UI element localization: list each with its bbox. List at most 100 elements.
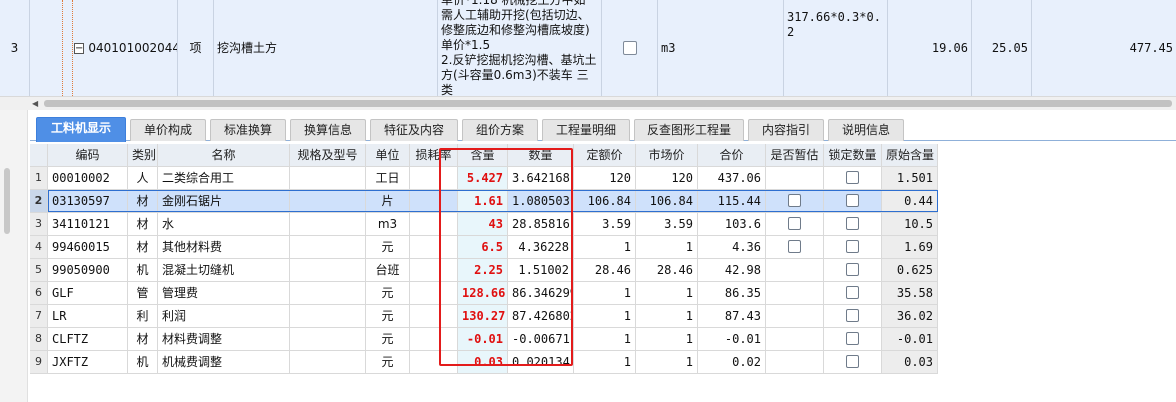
cell-original-content[interactable]: -0.01 bbox=[882, 328, 938, 350]
table-row[interactable]: 6 GLF 管管理费元 128.66 86.346299 1 1 86.35 35.58 bbox=[30, 282, 938, 305]
cell-amount[interactable]: 1.080503 bbox=[508, 190, 574, 212]
cell-quota-price[interactable]: 3.59 bbox=[574, 213, 636, 235]
cell-spec-model[interactable] bbox=[290, 167, 366, 189]
cell-total-price[interactable]: 86.35 bbox=[698, 282, 766, 304]
horizontal-scrollbar[interactable]: ◀ bbox=[0, 96, 1176, 110]
quantity-formula[interactable]: 317.66*0.3*0.2 bbox=[784, 0, 888, 96]
tab-features-content[interactable]: 特征及内容 bbox=[370, 119, 458, 141]
cell-total-price[interactable]: 42.98 bbox=[698, 259, 766, 281]
cell-category[interactable]: 材 bbox=[128, 236, 158, 258]
cell-code[interactable]: 99050900 bbox=[48, 259, 128, 281]
lock-quantity-checkbox[interactable] bbox=[846, 309, 859, 322]
cell-total-price[interactable]: -0.01 bbox=[698, 328, 766, 350]
cell-quota-price[interactable]: 1 bbox=[574, 282, 636, 304]
cell-content-quantity[interactable]: 1.61 bbox=[458, 190, 508, 212]
column-header-name[interactable]: 名称 bbox=[158, 144, 290, 166]
tab-standard-conversion[interactable]: 标准换算 bbox=[210, 119, 286, 141]
cell-total-price[interactable]: 115.44 bbox=[698, 190, 766, 212]
cell-unit[interactable]: 元 bbox=[366, 328, 410, 350]
cell-content-quantity[interactable]: 128.66 bbox=[458, 282, 508, 304]
column-header-content-quantity[interactable]: 含量 bbox=[458, 144, 508, 166]
column-header-code[interactable]: 编码 bbox=[48, 144, 128, 166]
cell-content-quantity[interactable]: 0.03 bbox=[458, 351, 508, 373]
cell-name[interactable]: 混凝土切缝机 bbox=[158, 259, 290, 281]
cell-content-quantity[interactable]: 2.25 bbox=[458, 259, 508, 281]
cell-market-price[interactable]: 1 bbox=[636, 236, 698, 258]
column-header-is-estimate[interactable]: 是否暂估 bbox=[766, 144, 824, 166]
column-header-total-price[interactable]: 合价 bbox=[698, 144, 766, 166]
cell-total-price[interactable]: 4.36 bbox=[698, 236, 766, 258]
cell-name[interactable]: 管理费 bbox=[158, 282, 290, 304]
cell-market-price[interactable]: 28.46 bbox=[636, 259, 698, 281]
cell-loss-rate[interactable] bbox=[410, 305, 458, 327]
cell-content-quantity[interactable]: 130.27 bbox=[458, 305, 508, 327]
lock-quantity-checkbox[interactable] bbox=[846, 171, 859, 184]
cell-unit[interactable]: 片 bbox=[366, 190, 410, 212]
cell-unit[interactable]: 元 bbox=[366, 305, 410, 327]
cell-content-quantity[interactable]: -0.01 bbox=[458, 328, 508, 350]
quota-list-row[interactable]: 3 − 040101002044 项 挖沟槽土方 单价*1.18 机械挖土方中如… bbox=[0, 0, 1176, 96]
cell-loss-rate[interactable] bbox=[410, 351, 458, 373]
cell-code[interactable]: 99460015 bbox=[48, 236, 128, 258]
table-row[interactable]: 9 JXFTZ 机机械费调整元 0.03 0.020134 1 1 0.02 0.03 bbox=[30, 351, 938, 374]
table-row[interactable]: 7 LR 利利润元 130.27 87.426802 1 1 87.43 36.02 bbox=[30, 305, 938, 328]
cell-original-content[interactable]: 0.625 bbox=[882, 259, 938, 281]
cell-content-quantity[interactable]: 5.427 bbox=[458, 167, 508, 189]
code-cell[interactable]: − 040101002044 bbox=[30, 0, 178, 96]
cell-loss-rate[interactable] bbox=[410, 167, 458, 189]
cell-quota-price[interactable]: 28.46 bbox=[574, 259, 636, 281]
lock-quantity-checkbox[interactable] bbox=[846, 355, 859, 368]
cell-code[interactable]: CLFTZ bbox=[48, 328, 128, 350]
cell-name[interactable]: 二类综合用工 bbox=[158, 167, 290, 189]
cell-spec-model[interactable] bbox=[290, 351, 366, 373]
tab-content-guide[interactable]: 内容指引 bbox=[748, 119, 824, 141]
cell-market-price[interactable]: 1 bbox=[636, 328, 698, 350]
cell-unit[interactable]: 元 bbox=[366, 236, 410, 258]
cell-total-price[interactable]: 103.6 bbox=[698, 213, 766, 235]
cell-category[interactable]: 材 bbox=[128, 328, 158, 350]
vertical-scrollbar[interactable] bbox=[0, 110, 28, 402]
cell-loss-rate[interactable] bbox=[410, 259, 458, 281]
cell-original-content[interactable]: 0.44 bbox=[882, 190, 938, 212]
cell-unit[interactable]: m3 bbox=[366, 213, 410, 235]
table-row[interactable]: 8 CLFTZ 材材料费调整元 -0.01 -0.006711 1 1 -0.01 -0.01 bbox=[30, 328, 938, 351]
cell-total-price[interactable]: 0.02 bbox=[698, 351, 766, 373]
cell-quota-price[interactable]: 1 bbox=[574, 328, 636, 350]
collapse-toggle-icon[interactable]: − bbox=[74, 42, 85, 54]
cell-original-content[interactable]: 0.03 bbox=[882, 351, 938, 373]
cell-quota-price[interactable]: 1 bbox=[574, 351, 636, 373]
cell-total-price[interactable]: 437.06 bbox=[698, 167, 766, 189]
column-header-amount[interactable]: 数量 bbox=[508, 144, 574, 166]
tab-unit-price-composition[interactable]: 单价构成 bbox=[130, 119, 206, 141]
cell-amount[interactable]: 28.85816 bbox=[508, 213, 574, 235]
tab-description-info[interactable]: 说明信息 bbox=[828, 119, 904, 141]
cell-name[interactable]: 金刚石锯片 bbox=[158, 190, 290, 212]
cell-unit[interactable]: 台班 bbox=[366, 259, 410, 281]
lock-quantity-checkbox[interactable] bbox=[846, 194, 859, 207]
cell-spec-model[interactable] bbox=[290, 305, 366, 327]
cell-amount[interactable]: 87.426802 bbox=[508, 305, 574, 327]
cell-name[interactable]: 其他材料费 bbox=[158, 236, 290, 258]
cell-spec-model[interactable] bbox=[290, 236, 366, 258]
column-header-unit[interactable]: 单位 bbox=[366, 144, 410, 166]
cell-original-content[interactable]: 10.5 bbox=[882, 213, 938, 235]
lock-quantity-checkbox[interactable] bbox=[846, 286, 859, 299]
column-header-category[interactable]: 类别 bbox=[128, 144, 158, 166]
cell-code[interactable]: GLF bbox=[48, 282, 128, 304]
lock-quantity-checkbox[interactable] bbox=[846, 332, 859, 345]
column-header-spec-model[interactable]: 规格及型号 bbox=[290, 144, 366, 166]
cell-name[interactable]: 材料费调整 bbox=[158, 328, 290, 350]
cell-loss-rate[interactable] bbox=[410, 282, 458, 304]
lock-quantity-checkbox[interactable] bbox=[846, 263, 859, 276]
tab-conversion-info[interactable]: 换算信息 bbox=[290, 119, 366, 141]
cell-original-content[interactable]: 1.501 bbox=[882, 167, 938, 189]
cell-market-price[interactable]: 3.59 bbox=[636, 213, 698, 235]
cell-amount[interactable]: 86.346299 bbox=[508, 282, 574, 304]
cell-code[interactable]: 34110121 bbox=[48, 213, 128, 235]
cell-content-quantity[interactable]: 43 bbox=[458, 213, 508, 235]
cell-spec-model[interactable] bbox=[290, 259, 366, 281]
cell-quota-price[interactable]: 1 bbox=[574, 305, 636, 327]
cell-spec-model[interactable] bbox=[290, 328, 366, 350]
tab-pricing-scheme[interactable]: 组价方案 bbox=[462, 119, 538, 141]
is-estimate-checkbox[interactable] bbox=[788, 194, 801, 207]
